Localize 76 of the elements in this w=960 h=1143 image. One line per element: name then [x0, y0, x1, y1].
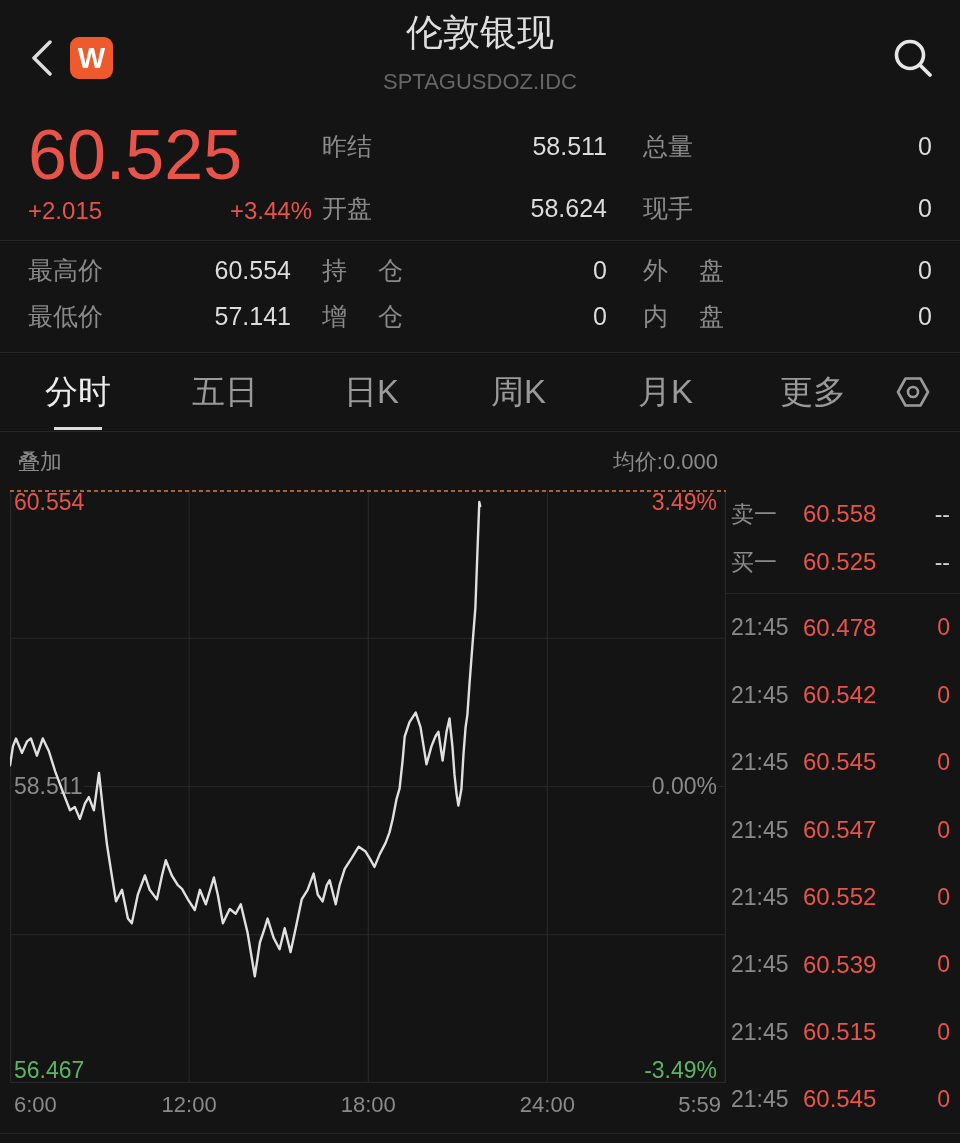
trade-time: 21:45 [731, 815, 790, 845]
stat-value: 58.511 [532, 131, 607, 163]
stat-label: 总量 [643, 131, 693, 163]
trade-volume: 0 [937, 883, 950, 912]
percent-change: +3.44% [229, 196, 312, 226]
order-price: 60.525 [803, 547, 877, 577]
trade-price: 60.539 [803, 949, 877, 980]
chart-tab[interactable]: 周K [445, 353, 592, 431]
trade-time: 21:45 [731, 950, 790, 980]
order-volume: -- [934, 547, 950, 577]
stat-value: 58.624 [530, 193, 607, 225]
time-axis-label: 6:00 [14, 1092, 57, 1117]
trade-time: 21:45 [731, 1017, 790, 1047]
trade-time: 21:45 [731, 613, 790, 643]
chart-tab[interactable]: 更多 [739, 353, 886, 431]
time-axis-label: 12:00 [161, 1092, 217, 1117]
stat-value: 0 [918, 301, 932, 333]
stat-value: 0 [593, 301, 607, 333]
price-axis-label: 56.467 [14, 1056, 85, 1083]
screen-title: 伦敦银现 [406, 11, 554, 55]
trade-volume: 0 [937, 748, 950, 778]
stat-value: 0 [918, 255, 932, 287]
stat-label: 最低价 [28, 301, 103, 333]
overlay-label[interactable]: 叠加 [18, 444, 62, 478]
trade-volume: 0 [937, 680, 950, 710]
stat-label: 昨结 [322, 131, 372, 163]
chart-tab[interactable]: 日K [298, 353, 445, 431]
stat-value: 57.141 [214, 301, 291, 333]
trade-volume: 0 [937, 613, 950, 643]
trade-volume: 0 [937, 815, 950, 845]
app-logo: W [70, 37, 113, 79]
stat-value: 0 [918, 131, 932, 163]
price-axis-label: 60.554 [14, 490, 85, 515]
trade-time: 21:45 [731, 748, 790, 778]
stat-value: 60.554 [214, 255, 291, 287]
search-icon[interactable] [893, 38, 933, 78]
order-volume: -- [934, 499, 950, 529]
trade-price: 60.478 [803, 612, 877, 643]
trade-volume: 0 [937, 950, 950, 980]
percent-axis-label: 0.00% [651, 772, 717, 799]
stat-value: 0 [593, 255, 607, 287]
stat-label: 开盘 [322, 193, 372, 225]
stat-label: 现手 [643, 193, 693, 225]
stat-label: 内 盘 [643, 301, 724, 333]
trade-time: 21:45 [731, 680, 790, 710]
percent-axis-label: 3.49% [651, 490, 717, 515]
order-label: 卖一 [731, 499, 778, 529]
trade-price: 60.552 [803, 882, 877, 913]
stat-label: 最高价 [28, 255, 103, 287]
trade-volume: 0 [937, 1085, 950, 1115]
last-price: 60.525 [28, 120, 244, 190]
settings-icon[interactable] [896, 376, 930, 408]
time-axis-label: 24:00 [519, 1092, 575, 1117]
trade-volume: 0 [937, 1017, 950, 1047]
trade-time: 21:45 [731, 883, 790, 912]
stat-label: 增 仓 [322, 301, 403, 333]
trade-price: 60.515 [803, 1017, 877, 1048]
trade-price: 60.547 [803, 814, 877, 845]
trade-time: 21:45 [731, 1085, 790, 1115]
stat-value: 0 [918, 193, 932, 225]
symbol-code: SPTAGUSDOZ.IDC [383, 68, 577, 96]
trade-price: 60.545 [803, 1084, 877, 1115]
trade-price: 60.545 [803, 747, 877, 778]
percent-axis-label: -3.49% [644, 1056, 717, 1083]
stat-label: 持 仓 [322, 255, 403, 287]
order-price: 60.558 [803, 499, 877, 529]
session-end-time: 5:59 [678, 1092, 721, 1117]
trade-price: 60.542 [803, 680, 877, 711]
chart-tab[interactable]: 月K [592, 353, 739, 431]
back-icon[interactable] [31, 40, 53, 76]
chart-tab[interactable]: 五日 [151, 353, 298, 431]
average-price-text: 均价:0.000 [612, 447, 718, 476]
time-axis-label: 18:00 [340, 1092, 396, 1117]
price-change: +2.015 [28, 196, 103, 226]
order-label: 买一 [731, 547, 778, 577]
stat-label: 外 盘 [643, 255, 724, 287]
